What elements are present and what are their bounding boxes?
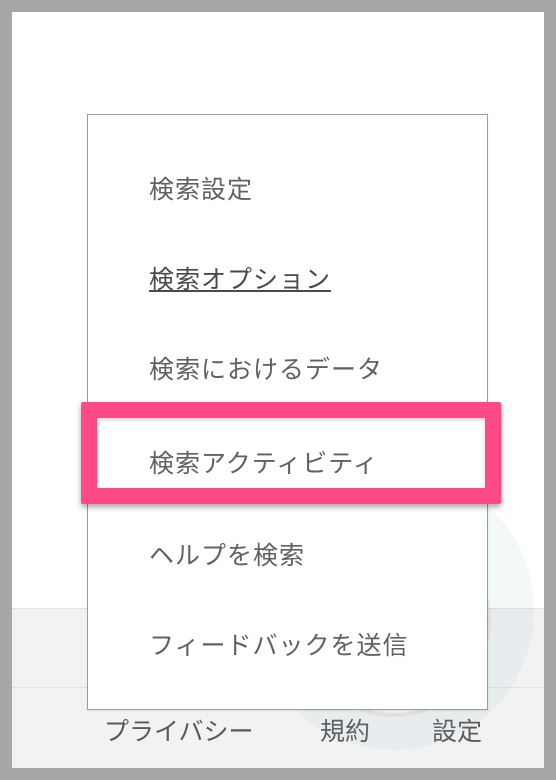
menu-item-send-feedback[interactable]: フィードバックを送信 (149, 626, 409, 662)
footer-link-terms[interactable]: 規約 (320, 712, 370, 748)
menu-item-search-help[interactable]: ヘルプを検索 (149, 536, 305, 572)
menu-item-search-options[interactable]: 検索オプション (149, 260, 331, 296)
footer-link-privacy[interactable]: プライバシー (104, 712, 254, 748)
menu-item-search-data[interactable]: 検索におけるデータ (149, 350, 383, 386)
screen: プライバシー 規約 設定 検索設定 検索オプション 検索におけるデータ 検索アク… (12, 12, 544, 768)
menu-item-search-settings[interactable]: 検索設定 (149, 170, 253, 206)
footer-link-settings[interactable]: 設定 (432, 712, 482, 748)
menu-item-search-activity[interactable]: 検索アクティビティ (149, 444, 379, 480)
dropdown-menu: 検索設定 検索オプション 検索におけるデータ 検索アクティビティ ヘルプを検索 … (87, 114, 488, 710)
